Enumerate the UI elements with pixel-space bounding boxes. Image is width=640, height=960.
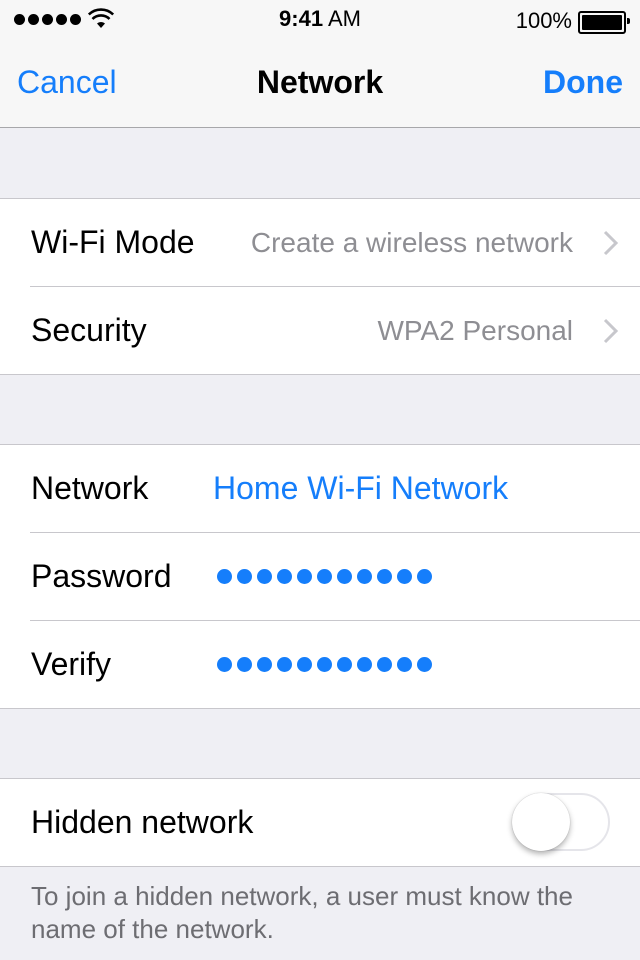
password-mask-dot xyxy=(257,657,272,672)
wifi-mode-label: Wi-Fi Mode xyxy=(31,224,195,260)
done-button[interactable]: Done xyxy=(543,64,623,101)
password-mask-dot xyxy=(337,569,352,584)
password-mask-dot xyxy=(237,569,252,584)
password-mask-dot xyxy=(337,657,352,672)
password-mask-dot xyxy=(417,657,432,672)
password-label: Password xyxy=(31,558,172,594)
security-label: Security xyxy=(31,312,147,348)
battery-percent: 100% xyxy=(515,8,572,33)
hidden-network-label: Hidden network xyxy=(31,804,254,840)
password-mask-dot xyxy=(237,657,252,672)
security-row[interactable]: Security WPA2 Personal xyxy=(0,286,640,374)
hidden-network-group: Hidden network xyxy=(0,778,640,867)
wifi-mode-row[interactable]: Wi-Fi Mode Create a wireless network xyxy=(0,199,640,286)
password-mask-dot xyxy=(397,657,412,672)
verify-password-input[interactable] xyxy=(217,657,432,672)
password-mask-dot xyxy=(277,569,292,584)
password-mask-dot xyxy=(377,657,392,672)
network-name-input[interactable]: Home Wi-Fi Network xyxy=(213,470,508,507)
password-mask-dot xyxy=(317,657,332,672)
password-mask-dot xyxy=(297,569,312,584)
navigation-bar: Cancel Network Done xyxy=(0,40,640,128)
verify-label: Verify xyxy=(31,646,112,682)
verify-row: Verify xyxy=(0,620,640,708)
hidden-network-footer-note: To join a hidden network, a user must kn… xyxy=(31,881,573,944)
password-row: Password xyxy=(0,532,640,620)
hidden-network-row: Hidden network xyxy=(0,779,640,866)
password-mask-dot xyxy=(417,569,432,584)
password-mask-dot xyxy=(357,657,372,672)
battery-full-icon xyxy=(578,11,630,34)
chevron-right-icon xyxy=(603,230,619,255)
password-mask-dot xyxy=(317,569,332,584)
mode-settings-group: Wi-Fi Mode Create a wireless network Sec… xyxy=(0,198,640,375)
security-value: WPA2 Personal xyxy=(377,314,573,346)
credentials-group: Network Home Wi-Fi Network Password Veri… xyxy=(0,444,640,709)
password-input[interactable] xyxy=(217,569,432,584)
password-mask-dot xyxy=(217,657,232,672)
status-bar: 9:41 AM 100% xyxy=(0,0,640,40)
toggle-knob xyxy=(512,793,570,851)
password-mask-dot xyxy=(217,569,232,584)
network-name-label: Network xyxy=(31,470,149,506)
chevron-right-icon xyxy=(603,318,619,343)
password-mask-dot xyxy=(357,569,372,584)
password-mask-dot xyxy=(277,657,292,672)
password-mask-dot xyxy=(297,657,312,672)
password-mask-dot xyxy=(257,569,272,584)
hidden-network-toggle[interactable] xyxy=(512,793,610,851)
network-name-row: Network Home Wi-Fi Network xyxy=(0,445,640,532)
wifi-mode-value: Create a wireless network xyxy=(250,226,573,258)
password-mask-dot xyxy=(397,569,412,584)
password-mask-dot xyxy=(377,569,392,584)
